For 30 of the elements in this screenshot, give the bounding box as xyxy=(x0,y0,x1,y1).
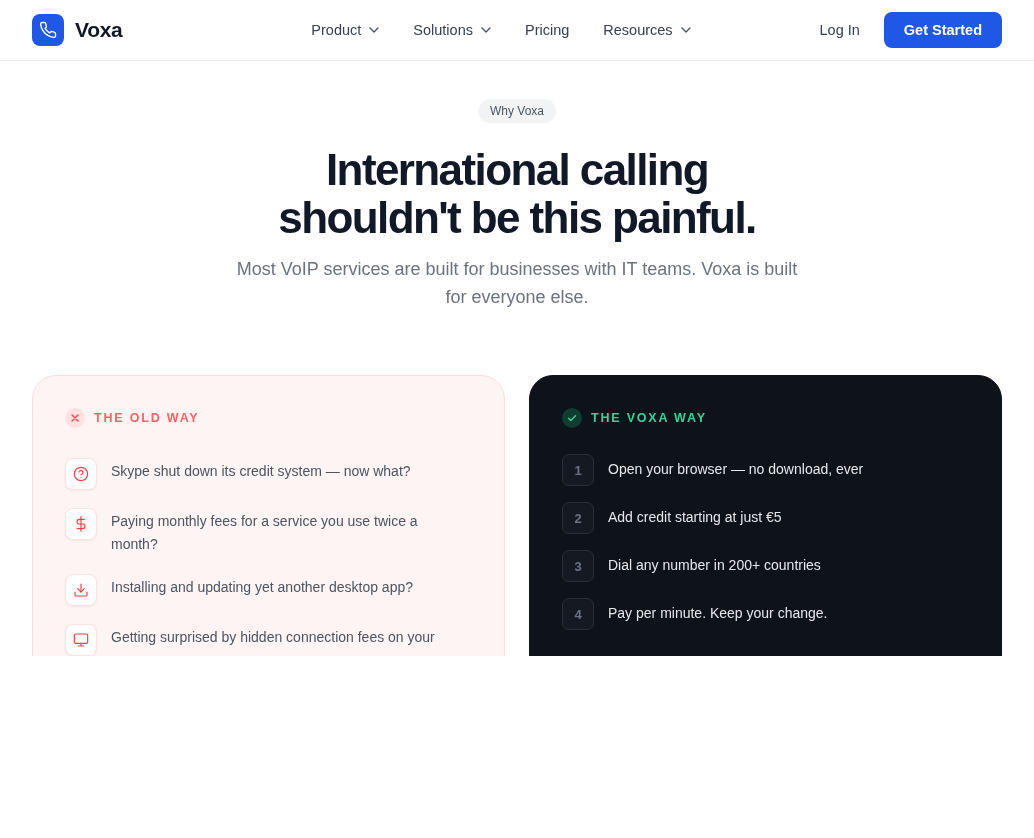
question-icon xyxy=(65,458,97,490)
login-link[interactable]: Log In xyxy=(819,22,860,38)
pain-point-text: Skype shut down its credit system — now what? xyxy=(111,462,411,481)
nav-link[interactable]: Resources xyxy=(603,22,691,38)
pain-point-text: Installing and updating yet another desktop app? xyxy=(111,578,413,597)
step-number: 4 xyxy=(562,598,594,630)
download-icon xyxy=(65,574,97,606)
step-number: 1 xyxy=(562,454,594,486)
hero-subtitle: Most VoIP services are built for businesses with IT teams. Voxa is built for everyone else. xyxy=(235,258,799,309)
brand-name[interactable]: Voxa xyxy=(75,18,123,42)
step-number: 2 xyxy=(562,502,594,534)
nav-link[interactable]: Product xyxy=(311,22,380,38)
phone-icon xyxy=(32,14,64,46)
section-badge: Why Voxa xyxy=(478,99,556,123)
card-title: THE VOXA WAY xyxy=(591,411,707,425)
step-text: Pay per minute. Keep your change. xyxy=(608,604,828,623)
cross-icon xyxy=(65,408,85,428)
step-text: Add credit starting at just €5 xyxy=(608,508,782,527)
nav-link[interactable]: Pricing xyxy=(524,22,570,38)
nav-link[interactable]: Solutions xyxy=(413,22,491,38)
step-text: Open your browser — no download, ever xyxy=(608,460,864,479)
dollar-icon xyxy=(65,508,97,540)
get-started-button[interactable]: Get Started xyxy=(883,12,1002,48)
pain-point-text: Paying monthly fees for a service you use twice a month? xyxy=(111,512,419,554)
card-title: THE OLD WAY xyxy=(94,411,200,425)
hero-heading: International calling shouldn't be this painful. xyxy=(278,146,756,242)
pain-point-text: Getting surprised by hidden connection fees on your xyxy=(111,628,435,647)
check-icon xyxy=(562,408,582,428)
step-number: 3 xyxy=(562,550,594,582)
step-text: Dial any number in 200+ countries xyxy=(608,556,821,575)
